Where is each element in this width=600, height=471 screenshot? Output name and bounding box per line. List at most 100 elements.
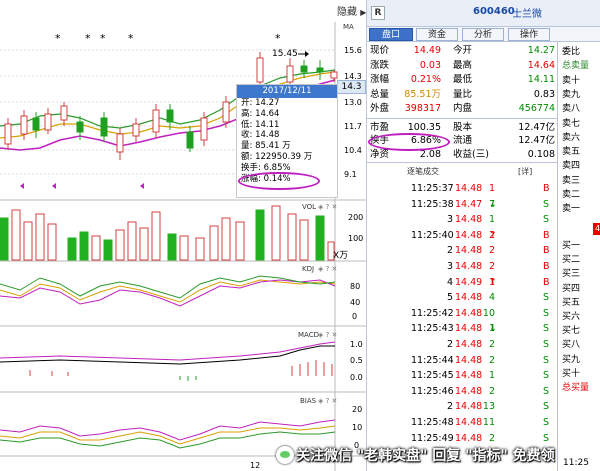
- tick-row[interactable]: 3 14.48 1 S: [367, 214, 557, 226]
- macd-axis-tick: 1.0: [350, 340, 363, 349]
- tick-price: 14.48: [455, 183, 483, 194]
- tick-side: S: [543, 385, 550, 397]
- subchart-controls-icon[interactable]: ◈ ? ✕: [318, 203, 337, 211]
- tick-price: 14.48: [455, 385, 483, 397]
- vol-unit: X万: [333, 251, 349, 261]
- tick-side: B: [543, 183, 550, 194]
- tick-price: 14.48: [455, 214, 483, 226]
- tick-row[interactable]: 11:25:46 14.48 2 S: [367, 386, 557, 398]
- tick-volume: 11: [482, 417, 495, 428]
- subchart-controls-icon[interactable]: ◈ ? ✕: [318, 397, 337, 405]
- tick-row[interactable]: 11:25:37 14.48 1 B: [367, 183, 557, 195]
- ticks-detail-link[interactable]: [详]: [518, 166, 532, 177]
- svg-text:*: *: [85, 32, 91, 45]
- tick-price: 14.48: [455, 401, 483, 413]
- stat-value: 6.86%: [410, 135, 441, 147]
- tick-volume: 1: [488, 370, 495, 382]
- tick-time: 11:25:38: [411, 198, 454, 210]
- tick-volume: 4: [488, 292, 495, 304]
- stat-value: 0.83: [533, 88, 555, 100]
- tick-volume: 2: [488, 245, 495, 257]
- stat-label: 收益(三): [453, 148, 489, 160]
- orderbook-ask-label: 卖三: [562, 175, 581, 186]
- orderbook-bid-label: 买七: [562, 326, 581, 337]
- orderbook-bid-label: 买二: [562, 255, 581, 266]
- tick-row[interactable]: 11:25:45 14.48 1 S: [367, 370, 557, 382]
- macd-title: MACD: [298, 331, 319, 339]
- price-axis-tick: 10.4: [344, 146, 362, 155]
- tick-row[interactable]: 2 14.48 2 S: [367, 339, 557, 351]
- r-badge-icon[interactable]: R: [371, 6, 385, 20]
- subchart-controls-icon[interactable]: ◈ ? ✕: [318, 331, 337, 339]
- macd-axis-tick: 0.5: [350, 356, 363, 365]
- quote-panel: R 600460 士兰微 盘口 资金 分析 操作 现价 14.49 今开 14.27 涨…: [366, 0, 600, 471]
- tick-volume: 2: [488, 385, 495, 397]
- tick-price: 14.48: [455, 292, 483, 304]
- tooltip-high: 高: 14.64: [241, 108, 280, 119]
- subchart-controls-icon[interactable]: ◈ ? ✕: [318, 265, 337, 273]
- tick-side: S: [543, 354, 550, 366]
- tick-time: 11:25:44: [411, 354, 454, 366]
- tick-row[interactable]: 11:25:48 14.48 11 S: [367, 417, 557, 429]
- tick-side: B: [543, 245, 550, 257]
- divider: [367, 118, 557, 119]
- stat-label: 换手: [370, 135, 390, 147]
- orderbook-bid-label: 买五: [562, 297, 581, 308]
- tick-price: 14.48: [455, 370, 483, 382]
- quote-row: 现价 14.49 今开 14.27: [367, 44, 555, 57]
- tab-fenxi[interactable]: 分析: [462, 28, 504, 41]
- orderbook-bid-label: 买三: [562, 269, 581, 280]
- tick-price: 14.48: [455, 417, 483, 428]
- orderbook-ask-label: 卖十: [562, 75, 581, 86]
- bias-axis-tick: 20: [352, 405, 363, 414]
- tick-side: B: [543, 276, 550, 288]
- x-axis-label: 12: [250, 461, 261, 470]
- svg-text:*: *: [100, 32, 106, 45]
- quote-row: 涨跌 0.03 最高 14.64: [367, 59, 555, 72]
- chart-pane[interactable]: 隐藏 ▶ MA * * * * * 15.6 14.3 14.3 13.0 11…: [0, 0, 366, 471]
- tick-row[interactable]: 11:25:40 14.48 ↑ 2 B: [367, 230, 557, 242]
- tooltip-date: 2017/12/11: [237, 85, 337, 98]
- stat-label: 最高: [453, 59, 473, 71]
- tick-side: B: [543, 229, 550, 241]
- orderbook-bid-label: 买四: [562, 283, 581, 294]
- tick-row[interactable]: 11:25:44 14.48 2 S: [367, 355, 557, 367]
- tick-row[interactable]: 5 14.48 4 S: [367, 292, 557, 304]
- stat-value: 0.03: [419, 59, 441, 71]
- orderbook-bid-label: 买十: [562, 368, 581, 379]
- tick-row[interactable]: 3 14.48 2 B: [367, 261, 557, 273]
- price-axis-tick: 9.1: [344, 170, 357, 179]
- bias-title: BIAS: [300, 397, 317, 405]
- orderbook-ask-label: 卖四: [562, 161, 581, 172]
- kdj-axis-tick: 0: [352, 312, 358, 321]
- divider: [367, 162, 557, 163]
- quote-row: 外盘 398317 内盘 456774: [367, 102, 555, 115]
- tick-row[interactable]: 2 14.48 13 S: [367, 401, 557, 413]
- orderbook-bid-label: 买一: [562, 241, 581, 251]
- tick-time: 11:25:45: [411, 370, 454, 382]
- tab-zijin[interactable]: 资金: [416, 28, 458, 41]
- tab-pankou[interactable]: 盘口: [369, 28, 413, 41]
- stat-label: 净资: [370, 148, 390, 160]
- tick-price: 14.48: [455, 245, 483, 257]
- tick-price: 14.48: [455, 354, 483, 366]
- tick-volume: 2: [488, 229, 495, 241]
- kdj-axis-tick: 40: [350, 298, 361, 307]
- watermark: 关注微信 "老韩实盘" 回复 "指标" 免费领: [276, 442, 600, 471]
- stat-label: 总量: [370, 88, 390, 100]
- tick-row[interactable]: 2 14.48 2 B: [367, 245, 557, 257]
- tick-time: 11:25:42: [411, 307, 454, 319]
- tick-time: 2: [447, 401, 454, 413]
- macd-axis-tick: 0.0: [350, 373, 363, 382]
- watermark-text: 关注微信 "老韩实盘" 回复 "指标" 免费领: [296, 448, 555, 464]
- tick-row[interactable]: 4 14.49 ↑ 1 B: [367, 277, 557, 289]
- tick-row[interactable]: 11:25:38 14.47 ↓ 7 S: [367, 199, 557, 211]
- orderbook-ask-label: 委比: [562, 47, 581, 57]
- quote-header: R 600460 士兰微: [367, 0, 600, 27]
- stock-name: 士兰微: [512, 9, 542, 20]
- tick-row[interactable]: 11:25:42 14.48 10 S: [367, 308, 557, 320]
- tick-volume: 13: [482, 401, 495, 413]
- tick-row[interactable]: 11:25:43 14.48 ↓ 1 S: [367, 323, 557, 335]
- price-axis-tick: 11.7: [344, 122, 362, 131]
- tab-caozuo[interactable]: 操作: [508, 28, 550, 41]
